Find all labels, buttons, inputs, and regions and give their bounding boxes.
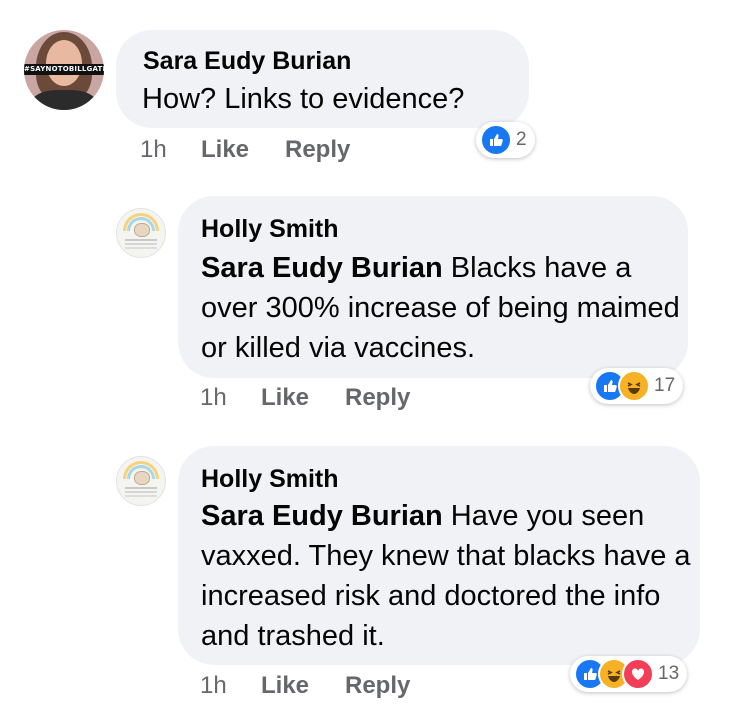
haha-icon	[618, 370, 650, 402]
comment-timestamp[interactable]: 1h	[200, 672, 227, 700]
comment-author[interactable]: Holly Smith	[201, 215, 339, 244]
comment-text: Sara Eudy Burian Have you seen vaxxed. T…	[201, 496, 691, 656]
avatar-holly[interactable]	[116, 208, 166, 258]
comment-timestamp[interactable]: 1h	[140, 136, 167, 164]
avatar-banner-text: #SAYNOTOBILLGATES	[24, 64, 104, 75]
mention-link[interactable]: Sara Eudy Burian	[201, 252, 443, 284]
reaction-count: 13	[658, 663, 680, 684]
reply-button[interactable]: Reply	[345, 384, 410, 412]
mention-link[interactable]: Sara Eudy Burian	[201, 500, 443, 532]
comment-bubble: Holly Smith Sara Eudy Burian Blacks have…	[178, 196, 688, 378]
reply-button[interactable]: Reply	[345, 672, 410, 700]
comment-bubble: Holly Smith Sara Eudy Burian Have you se…	[178, 446, 700, 665]
reaction-count: 17	[654, 375, 676, 396]
reaction-summary[interactable]: 17	[590, 368, 684, 404]
reaction-count: 2	[516, 129, 527, 150]
reaction-summary[interactable]: 2	[476, 122, 535, 158]
love-icon	[622, 658, 654, 690]
avatar-sara[interactable]: #SAYNOTOBILLGATES	[24, 30, 104, 110]
comment-bubble: Sara Eudy Burian How? Links to evidence?	[116, 30, 529, 128]
like-button[interactable]: Like	[261, 384, 309, 412]
comment-author[interactable]: Sara Eudy Burian	[143, 47, 351, 76]
comment-timestamp[interactable]: 1h	[200, 384, 227, 412]
like-button[interactable]: Like	[201, 136, 249, 164]
like-button[interactable]: Like	[261, 672, 309, 700]
avatar-holly[interactable]	[116, 456, 166, 506]
reaction-summary[interactable]: 13	[570, 656, 688, 692]
comment-author[interactable]: Holly Smith	[201, 465, 339, 494]
like-icon	[480, 124, 512, 156]
comment-text: Sara Eudy Burian Blacks have a over 300%…	[201, 248, 681, 368]
comment-text: How? Links to evidence?	[142, 83, 465, 115]
reply-button[interactable]: Reply	[285, 136, 350, 164]
